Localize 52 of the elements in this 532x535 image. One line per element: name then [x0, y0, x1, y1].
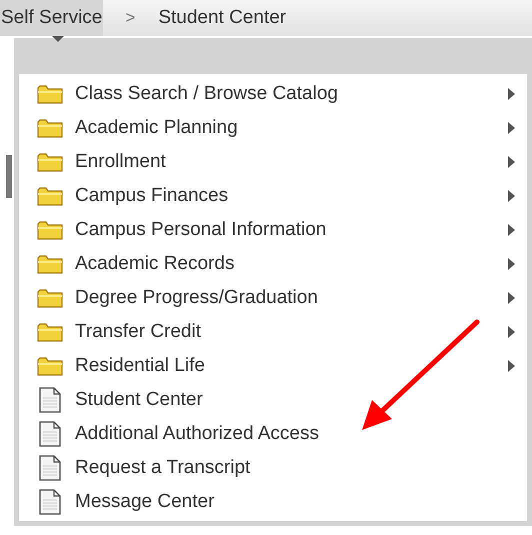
- folder-icon: [37, 84, 63, 104]
- document-icon: [39, 387, 61, 413]
- menu-item[interactable]: Academic Planning: [19, 111, 527, 145]
- submenu-arrow-icon: [508, 224, 515, 236]
- menu-item-label: Campus Finances: [75, 184, 228, 208]
- menu-item[interactable]: Student Center: [19, 383, 527, 417]
- menu-item-label: Academic Planning: [75, 116, 238, 140]
- folder-icon: [37, 254, 63, 274]
- menu-item-label: Transfer Credit: [75, 320, 201, 344]
- menu-item-label: Request a Transcript: [75, 456, 250, 480]
- menu-item-label: Campus Personal Information: [75, 218, 326, 242]
- folder-icon: [37, 220, 63, 240]
- menu-item[interactable]: Additional Authorized Access: [19, 417, 527, 451]
- menu-item[interactable]: Transfer Credit: [19, 315, 527, 349]
- submenu-arrow-icon: [508, 190, 515, 202]
- document-icon: [39, 455, 61, 481]
- menu-item-label: Degree Progress/Graduation: [75, 286, 318, 310]
- submenu-arrow-icon: [508, 326, 515, 338]
- menu-item[interactable]: Campus Finances: [19, 179, 527, 213]
- menu-item-label: Additional Authorized Access: [75, 422, 319, 446]
- breadcrumb-link[interactable]: Student Center: [157, 0, 288, 36]
- menu-item[interactable]: Message Center: [19, 485, 527, 519]
- document-icon: [39, 489, 61, 515]
- document-icon: [39, 421, 61, 447]
- submenu-arrow-icon: [508, 258, 515, 270]
- folder-icon: [37, 356, 63, 376]
- menu-item-label: Class Search / Browse Catalog: [75, 82, 338, 106]
- submenu-arrow-icon: [508, 292, 515, 304]
- folder-icon: [37, 186, 63, 206]
- breadcrumb-link[interactable]: Self Service: [0, 0, 104, 36]
- menu-item-label: Residential Life: [75, 354, 205, 378]
- menu-item[interactable]: Class Search / Browse Catalog: [19, 77, 527, 111]
- menu-item-label: Message Center: [75, 490, 214, 514]
- submenu-arrow-icon: [508, 122, 515, 134]
- folder-icon: [37, 288, 63, 308]
- menu-item-label: Student Center: [75, 388, 203, 412]
- menu-item-label: Academic Records: [75, 252, 234, 276]
- menu-item[interactable]: Campus Personal Information: [19, 213, 527, 247]
- submenu-arrow-icon: [508, 360, 515, 372]
- menu-item[interactable]: Academic Records: [19, 247, 527, 281]
- submenu-arrow-icon: [508, 156, 515, 168]
- folder-icon: [37, 118, 63, 138]
- breadcrumb-separator: >: [125, 7, 136, 30]
- menu-item[interactable]: Request a Transcript: [19, 451, 527, 485]
- menu-item[interactable]: Enrollment: [19, 145, 527, 179]
- submenu-arrow-icon: [508, 88, 515, 100]
- scrollbar-thumb[interactable]: [6, 155, 12, 198]
- menu-item[interactable]: Residential Life: [19, 349, 527, 383]
- menu-item[interactable]: Degree Progress/Graduation: [19, 281, 527, 315]
- folder-icon: [37, 152, 63, 172]
- folder-icon: [37, 322, 63, 342]
- menu-item-label: Enrollment: [75, 150, 166, 174]
